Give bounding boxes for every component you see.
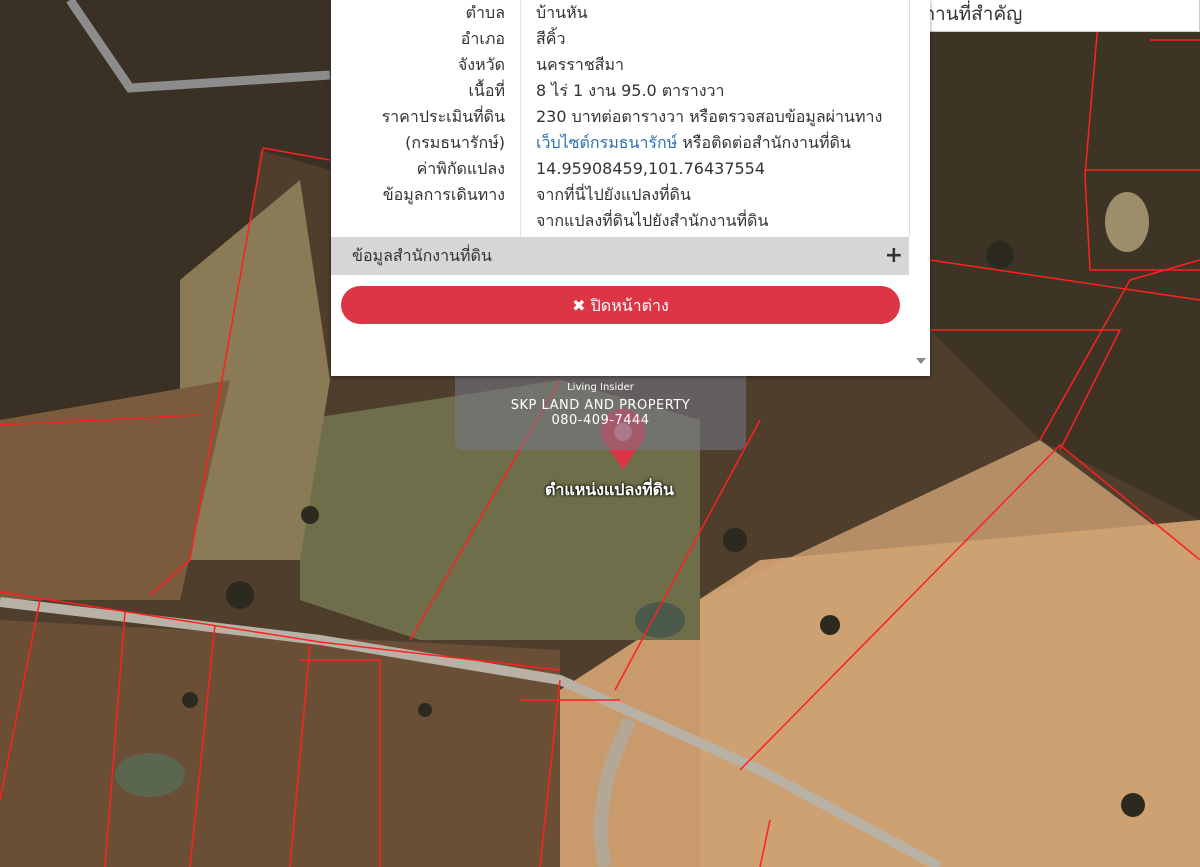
info-value: 8 ไร่ 1 งาน 95.0 ตารางวา: [536, 81, 725, 100]
info-row-province: จังหวัด นครราชสีมา: [331, 52, 909, 78]
info-label: ตำบล: [465, 3, 505, 22]
scroll-down-arrow-icon[interactable]: [916, 358, 926, 364]
watermark-company: SKP LAND AND PROPERTY: [510, 398, 691, 413]
info-row-subdistrict: ตำบล บ้านหัน: [331, 0, 909, 26]
land-office-section-toggle[interactable]: ข้อมูลสำนักงานที่ดิน +: [331, 237, 909, 275]
info-value: เว็บไซต์กรมธนารักษ์ หรือติดต่อสำนักงานที…: [536, 130, 851, 156]
parcel-info-panel: ตำบล บ้านหัน อำเภอ สีคิ้ว จังหวัด นครราช…: [331, 0, 930, 376]
info-row-appraisal: ราคาประเมินที่ดิน 230 บาทต่อตารางวา หรือ…: [331, 104, 909, 130]
info-row-area: เนื้อที่ 8 ไร่ 1 งาน 95.0 ตารางวา: [331, 78, 909, 104]
close-window-button[interactable]: ✖ ปิดหน้าต่าง: [341, 286, 900, 324]
info-row-coordinates: ค่าพิกัดแปลง 14.95908459,101.76437554: [331, 156, 909, 182]
directions-to-parcel-link[interactable]: จากที่นี่ไปยังแปลงที่ดิน: [536, 182, 691, 208]
info-label: จังหวัด: [457, 55, 505, 74]
info-label: อำเภอ: [460, 29, 505, 48]
parcel-info-table: ตำบล บ้านหัน อำเภอ สีคิ้ว จังหวัด นครราช…: [331, 0, 910, 237]
close-x-icon: ✖: [572, 296, 586, 315]
info-value: บ้านหัน: [536, 3, 588, 22]
treasury-suffix-text: หรือติดต่อสำนักงานที่ดิน: [677, 133, 851, 152]
close-button-label: ปิดหน้าต่าง: [590, 296, 669, 315]
land-office-label: ข้อมูลสำนักงานที่ดิน: [352, 246, 492, 265]
info-value: 230 บาทต่อตารางวา หรือตรวจสอบข้อมูลผ่านท…: [536, 107, 883, 126]
info-row-treasury: (กรมธนารักษ์) เว็บไซต์กรมธนารักษ์ หรือติ…: [331, 130, 909, 156]
info-value: สีคิ้ว: [536, 29, 566, 48]
watermark-phone: 080-409-7444: [551, 413, 650, 428]
info-label: ราคาประเมินที่ดิน: [381, 107, 505, 126]
info-label: ค่าพิกัดแปลง: [416, 159, 505, 178]
info-label: เนื้อที่: [468, 81, 505, 100]
plus-icon[interactable]: +: [885, 237, 903, 275]
info-label: (กรมธนารักษ์): [405, 133, 505, 152]
info-row-district: อำเภอ สีคิ้ว: [331, 26, 909, 52]
info-label: ข้อมูลการเดินทาง: [382, 185, 505, 204]
info-row-travel-2: จากแปลงที่ดินไปยังสำนักงานที่ดิน: [331, 208, 909, 234]
coordinates-link[interactable]: 14.95908459,101.76437554: [536, 156, 765, 182]
watermark-logo: Living Insider: [567, 382, 634, 393]
info-row-travel: ข้อมูลการเดินทาง จากที่นี่ไปยังแปลงที่ดิ…: [331, 182, 909, 208]
directions-to-office-link[interactable]: จากแปลงที่ดินไปยังสำนักงานที่ดิน: [536, 208, 768, 234]
treasury-website-link[interactable]: เว็บไซต์กรมธนารักษ์: [536, 133, 677, 152]
parcel-marker-label: ตำแหน่งแปลงที่ดิน: [545, 480, 674, 499]
info-value: นครราชสีมา: [536, 55, 624, 74]
